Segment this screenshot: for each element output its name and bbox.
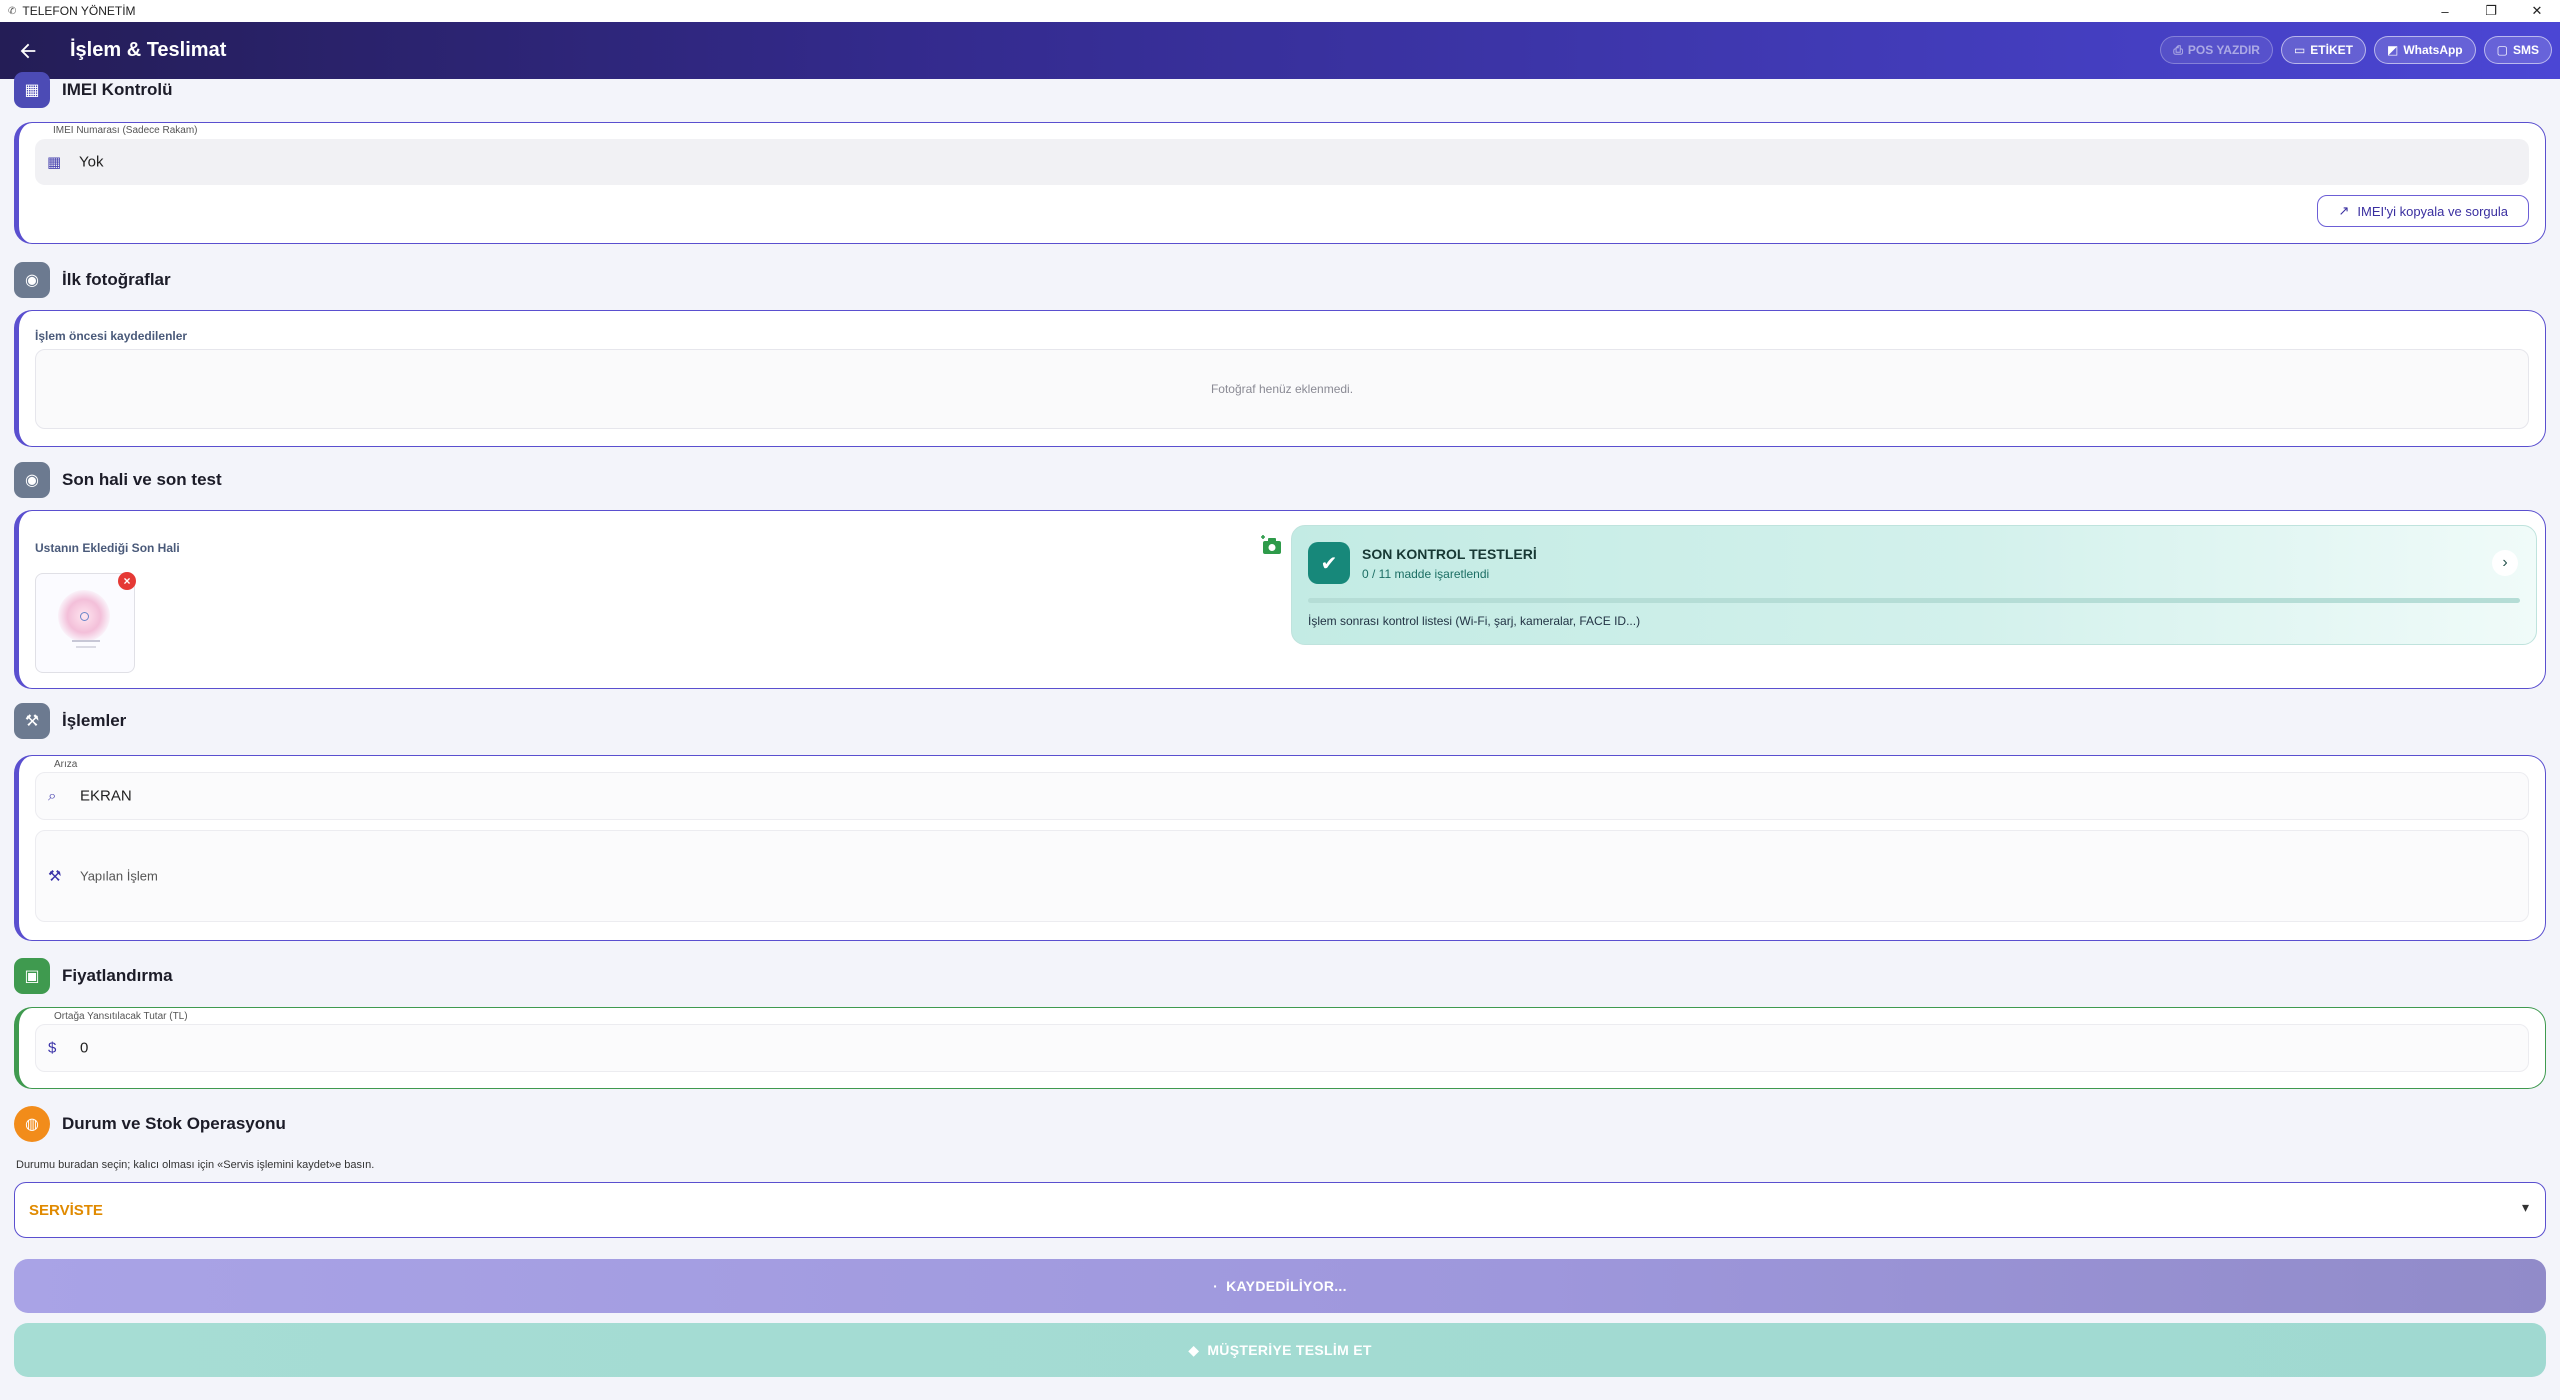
camera-icon: ◉ (14, 462, 50, 498)
status-select[interactable]: SERVİSTE ▾ (14, 1182, 2546, 1238)
whatsapp-label: WhatsApp (2403, 43, 2463, 57)
imei-field[interactable]: IMEI Numarası (Sadece Rakam) ▦ Yok (35, 125, 2529, 185)
wrench-icon: ⚒ (14, 703, 50, 739)
qr-icon: ▦ (14, 72, 50, 108)
operations-section-header: ⚒ İşlemler (14, 703, 126, 739)
imei-field-label: IMEI Numarası (Sadece Rakam) (53, 125, 198, 136)
label-button[interactable]: ▭ ETİKET (2280, 36, 2366, 64)
final-state-subtitle: Ustanın Eklediği Son Hali (35, 541, 180, 555)
window-title: TELEFON YÖNETİM (22, 4, 136, 18)
final-state-card: Ustanın Eklediği Son Hali × ✔ SON KONTRO… (14, 510, 2546, 689)
imei-copy-query-button[interactable]: ↗ IMEI'yi kopyala ve sorgula (2317, 195, 2529, 227)
status-icon: ◍ (14, 1106, 50, 1142)
status-title: Durum ve Stok Operasyonu (62, 1114, 286, 1133)
sms-label: SMS (2512, 43, 2539, 57)
thumb-image-line (76, 646, 96, 648)
chevron-right-icon[interactable]: › (2492, 550, 2518, 576)
save-button-label: KAYDEDİLİYOR... (1226, 1278, 1347, 1294)
imei-section-title: IMEI Kontrolü (62, 80, 173, 99)
thumb-image-detail (80, 612, 89, 621)
photos-before-card: İşlem öncesi kaydedilenler Fotoğraf henü… (14, 310, 2546, 447)
final-tests-progress-text: 0 / 11 madde işaretlendi (1362, 567, 1490, 581)
operations-title: İşlemler (62, 711, 127, 730)
done-operation-field[interactable]: ⚒ Yapılan İşlem (35, 830, 2529, 922)
operations-card: Arıza ⌕ EKRAN ⚒ Yapılan İşlem (14, 755, 2546, 941)
deliver-button-label: MÜŞTERİYE TESLİM ET (1207, 1342, 1372, 1358)
imei-copy-query-label: IMEI'yi kopyala ve sorgula (2357, 203, 2508, 219)
whatsapp-button[interactable]: ◩ WhatsApp (2373, 36, 2476, 64)
final-state-title: Son hali ve son test (62, 470, 222, 489)
final-tests-card[interactable]: ✔ SON KONTROL TESTLERİ 0 / 11 madde işar… (1291, 525, 2537, 645)
imei-card: IMEI Numarası (Sadece Rakam) ▦ Yok ↗ IME… (14, 122, 2546, 244)
amount-field-label: Ortağa Yansıtılacak Tutar (TL) (54, 1011, 188, 1022)
camera-icon: ◉ (14, 262, 50, 298)
imei-section-header: ▦ IMEI Kontrolü (14, 72, 172, 108)
sms-icon: ▢ (2496, 43, 2508, 57)
printer-icon: ⎙ (2173, 42, 2183, 57)
status-section-header: ◍ Durum ve Stok Operasyonu (14, 1106, 286, 1142)
save-button[interactable]: · KAYDEDİLİYOR... (14, 1259, 2546, 1313)
pricing-card: Ortağa Yansıtılacak Tutar (TL) $ 0 (14, 1007, 2546, 1089)
delete-photo-icon[interactable]: × (118, 572, 136, 590)
app-bar: İşlem & Teslimat ⎙ POS YAZDIR ▭ ETİKET ◩… (0, 22, 2560, 79)
thumb-image-line (72, 640, 100, 642)
money-icon: ▣ (14, 958, 50, 994)
fault-field[interactable]: Arıza ⌕ EKRAN (35, 759, 2529, 820)
final-state-section-header: ◉ Son hali ve son test (14, 462, 222, 498)
minimize-button[interactable]: – (2422, 0, 2468, 22)
shield-check-icon: ✔ (1308, 542, 1350, 584)
label-button-label: ETİKET (2310, 43, 2353, 57)
maximize-button[interactable]: ❐ (2468, 0, 2514, 22)
dollar-icon: $ (48, 1039, 57, 1057)
close-window-button[interactable]: ✕ (2514, 0, 2560, 22)
amount-field[interactable]: Ortağa Yansıtılacak Tutar (TL) $ 0 (35, 1011, 2529, 1072)
final-tests-title: SON KONTROL TESTLERİ (1362, 546, 1537, 562)
fault-field-value: EKRAN (80, 787, 132, 805)
pos-print-label: POS YAZDIR (2187, 43, 2260, 57)
chat-icon: ◩ (2386, 43, 2399, 57)
photos-before-empty-area: Fotoğraf henüz eklenmedi. (35, 349, 2529, 429)
pos-print-button[interactable]: ⎙ POS YAZDIR (2160, 36, 2273, 64)
spinner-icon: · (1213, 1278, 1219, 1294)
label-icon: ▭ (2293, 43, 2306, 57)
final-photo-thumbnail[interactable]: × (35, 572, 136, 673)
arrow-left-icon (20, 43, 36, 58)
back-button[interactable] (0, 22, 56, 79)
sms-button[interactable]: ▢ SMS (2483, 36, 2552, 64)
fault-field-label: Arıza (54, 759, 78, 770)
photos-empty-text: Fotoğraf henüz eklenmedi. (1210, 382, 1354, 396)
imei-field-value: Yok (79, 153, 104, 171)
photos-before-section-header: ◉ İlk fotoğraflar (14, 262, 171, 298)
appbar-actions: ⎙ POS YAZDIR ▭ ETİKET ◩ WhatsApp ▢ SMS (2160, 36, 2552, 64)
status-helper-text: Durumu buradan seçin; kalıcı olması için… (16, 1159, 375, 1171)
window-titlebar: ✆ TELEFON YÖNETİM – ❐ ✕ (0, 0, 2560, 22)
photos-before-title: İlk fotoğraflar (62, 270, 171, 289)
pricing-section-header: ▣ Fiyatlandırma (14, 958, 173, 994)
done-operation-placeholder: Yapılan İşlem (80, 868, 158, 884)
external-link-icon: ↗ (2338, 203, 2350, 218)
photos-before-subtitle: İşlem öncesi kaydedilenler (35, 329, 188, 343)
window-controls: – ❐ ✕ (2422, 0, 2560, 22)
page-title: İşlem & Teslimat (70, 39, 227, 61)
deliver-to-customer-button[interactable]: ◆ MÜŞTERİYE TESLİM ET (14, 1323, 2546, 1377)
qr-icon: ▦ (47, 154, 62, 171)
chevron-down-icon: ▾ (2521, 1199, 2529, 1215)
add-photo-icon[interactable] (1260, 535, 1284, 557)
search-icon: ⌕ (48, 787, 57, 805)
app-icon: ✆ (8, 5, 17, 17)
pricing-title: Fiyatlandırma (62, 966, 173, 985)
wrench-icon: ⚒ (48, 868, 62, 885)
final-tests-note: İşlem sonrası kontrol listesi (Wi-Fi, şa… (1308, 614, 1641, 628)
diamond-icon: ◆ (1188, 1341, 1200, 1358)
final-tests-progress-bar (1308, 598, 2520, 603)
amount-field-value: 0 (80, 1039, 89, 1057)
status-selected-value: SERVİSTE (29, 1202, 103, 1219)
